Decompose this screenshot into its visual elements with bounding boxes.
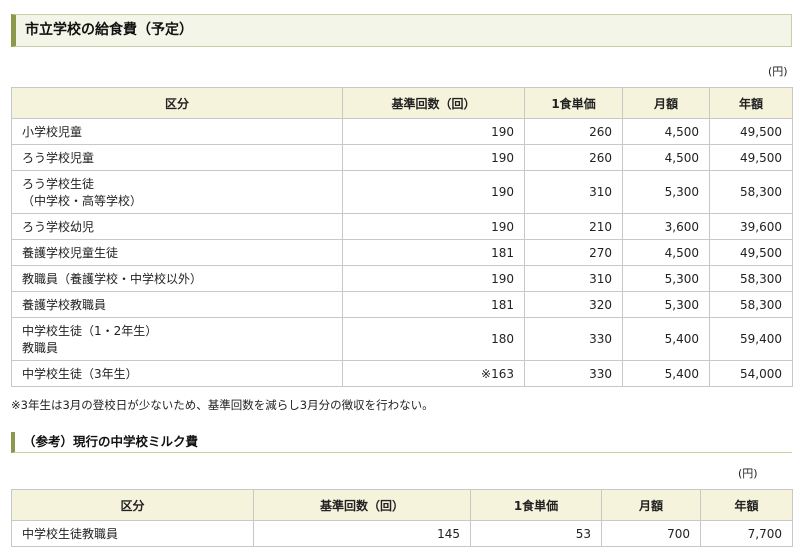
- row-label: ろう学校児童: [11, 144, 343, 171]
- row-annual: 49,500: [709, 118, 793, 145]
- row-annual: 49,500: [709, 239, 793, 266]
- row-unit-price: 210: [524, 213, 623, 240]
- row-monthly: 5,300: [622, 170, 710, 214]
- row-annual: 58,300: [709, 265, 793, 292]
- row-unit-price: 270: [524, 239, 623, 266]
- row-count: 190: [342, 265, 525, 292]
- row-annual: 58,300: [709, 170, 793, 214]
- row-count: 190: [342, 144, 525, 171]
- row-label: 中学校生徒教職員: [11, 520, 254, 547]
- row-label: ろう学校生徒 （中学校・高等学校）: [11, 170, 343, 214]
- header-category: 区分: [11, 489, 254, 521]
- row-monthly: 4,500: [622, 144, 710, 171]
- row-unit-price: 310: [524, 170, 623, 214]
- table-row: 中学校生徒（1・2年生） 教職員 180 330 5,400 59,400: [11, 317, 793, 361]
- table-header-row: 区分 基準回数（回） 1食単価 月額 年額: [11, 489, 793, 521]
- school-lunch-fee-table: 区分 基準回数（回） 1食単価 月額 年額 小学校児童 190 260 4,50…: [11, 87, 793, 387]
- header-count: 基準回数（回）: [253, 489, 471, 521]
- row-count: ※163: [342, 360, 525, 387]
- row-label: 小学校児童: [11, 118, 343, 145]
- row-count: 180: [342, 317, 525, 361]
- table-row: 教職員（養護学校・中学校以外） 190 310 5,300 58,300: [11, 265, 793, 292]
- header-annual: 年額: [709, 87, 793, 119]
- header-monthly: 月額: [622, 87, 710, 119]
- row-monthly: 700: [601, 520, 701, 547]
- row-unit-price: 260: [524, 118, 623, 145]
- unit-label: (円): [768, 65, 788, 78]
- row-unit-price: 320: [524, 291, 623, 318]
- row-monthly: 5,300: [622, 265, 710, 292]
- unit-label-2: (円): [738, 467, 758, 480]
- row-unit-price: 330: [524, 317, 623, 361]
- header-monthly: 月額: [601, 489, 701, 521]
- table-row: 中学校生徒教職員 145 53 700 7,700: [11, 520, 793, 547]
- row-annual: 54,000: [709, 360, 793, 387]
- milk-fee-table: 区分 基準回数（回） 1食単価 月額 年額 中学校生徒教職員 145 53 70…: [11, 489, 793, 547]
- page: 市立学校の給食費（予定） (円) 区分 基準回数（回） 1食単価 月額 年額 小…: [0, 0, 800, 554]
- row-monthly: 3,600: [622, 213, 710, 240]
- row-label: 養護学校児童生徒: [11, 239, 343, 266]
- row-annual: 49,500: [709, 144, 793, 171]
- row-label: 中学校生徒（3年生）: [11, 360, 343, 387]
- row-monthly: 5,400: [622, 317, 710, 361]
- row-count: 145: [253, 520, 471, 547]
- table-row: ろう学校生徒 （中学校・高等学校） 190 310 5,300 58,300: [11, 170, 793, 214]
- page-title: 市立学校の給食費（予定）: [11, 14, 792, 47]
- row-count: 190: [342, 213, 525, 240]
- table-row: 小学校児童 190 260 4,500 49,500: [11, 118, 793, 145]
- row-monthly: 4,500: [622, 239, 710, 266]
- row-count: 190: [342, 118, 525, 145]
- table-row: ろう学校児童 190 260 4,500 49,500: [11, 144, 793, 171]
- table-row: 養護学校教職員 181 320 5,300 58,300: [11, 291, 793, 318]
- table-header-row: 区分 基準回数（回） 1食単価 月額 年額: [11, 87, 793, 119]
- header-unit-price: 1食単価: [470, 489, 602, 521]
- row-monthly: 5,400: [622, 360, 710, 387]
- row-annual: 59,400: [709, 317, 793, 361]
- row-annual: 7,700: [700, 520, 793, 547]
- header-unit-price: 1食単価: [524, 87, 623, 119]
- row-unit-price: 53: [470, 520, 602, 547]
- header-category: 区分: [11, 87, 343, 119]
- table-row: ろう学校幼児 190 210 3,600 39,600: [11, 213, 793, 240]
- row-annual: 58,300: [709, 291, 793, 318]
- row-unit-price: 330: [524, 360, 623, 387]
- table-row: 中学校生徒（3年生） ※163 330 5,400 54,000: [11, 360, 793, 387]
- row-unit-price: 260: [524, 144, 623, 171]
- section-title-milk: （参考）現行の中学校ミルク費: [11, 432, 792, 453]
- row-label: 教職員（養護学校・中学校以外）: [11, 265, 343, 292]
- row-label: ろう学校幼児: [11, 213, 343, 240]
- row-count: 190: [342, 170, 525, 214]
- row-annual: 39,600: [709, 213, 793, 240]
- row-count: 181: [342, 291, 525, 318]
- row-label: 養護学校教職員: [11, 291, 343, 318]
- footnote: ※3年生は3月の登校日が少ないため、基準回数を減らし3月分の徴収を行わない。: [11, 398, 434, 412]
- row-monthly: 4,500: [622, 118, 710, 145]
- header-count: 基準回数（回）: [342, 87, 525, 119]
- row-monthly: 5,300: [622, 291, 710, 318]
- table-row: 養護学校児童生徒 181 270 4,500 49,500: [11, 239, 793, 266]
- row-count: 181: [342, 239, 525, 266]
- header-annual: 年額: [700, 489, 793, 521]
- row-unit-price: 310: [524, 265, 623, 292]
- row-label: 中学校生徒（1・2年生） 教職員: [11, 317, 343, 361]
